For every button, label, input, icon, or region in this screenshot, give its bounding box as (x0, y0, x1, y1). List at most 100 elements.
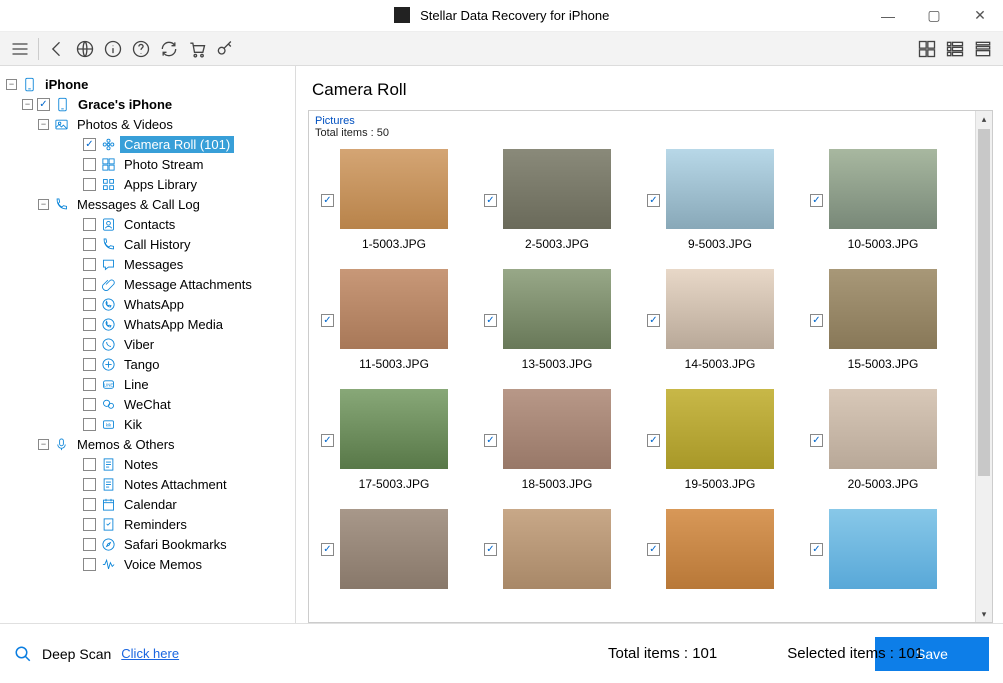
checkbox[interactable] (83, 398, 96, 411)
tree-item[interactable]: Message Attachments (4, 274, 291, 294)
file-cell[interactable] (647, 509, 800, 589)
tree-item[interactable]: Apps Library (4, 174, 291, 194)
checkbox[interactable] (83, 278, 96, 291)
minimize-button[interactable]: — (865, 0, 911, 32)
tree-item[interactable]: −Photos & Videos (4, 114, 291, 134)
tree-item[interactable]: Messages (4, 254, 291, 274)
key-icon[interactable] (211, 35, 239, 63)
thumbnail[interactable] (503, 509, 611, 589)
checkbox[interactable] (83, 378, 96, 391)
tree-item[interactable]: −Messages & Call Log (4, 194, 291, 214)
checkbox[interactable] (83, 158, 96, 171)
thumbnail[interactable] (829, 149, 937, 229)
thumbnail[interactable] (829, 389, 937, 469)
tree-item[interactable]: WhatsApp Media (4, 314, 291, 334)
file-checkbox[interactable] (484, 434, 497, 447)
checkbox[interactable] (83, 478, 96, 491)
expand-toggle[interactable]: − (38, 119, 49, 130)
tree-item[interactable]: Tango (4, 354, 291, 374)
thumbnail[interactable] (503, 269, 611, 349)
file-cell[interactable]: 2-5003.JPG (484, 149, 637, 251)
tree-item[interactable]: Contacts (4, 214, 291, 234)
file-cell[interactable]: 10-5003.JPG (810, 149, 963, 251)
tree-item[interactable]: Calendar (4, 494, 291, 514)
grid-view-icon[interactable] (913, 35, 941, 63)
file-cell[interactable]: 14-5003.JPG (647, 269, 800, 371)
checkbox[interactable] (83, 178, 96, 191)
thumbnail[interactable] (340, 269, 448, 349)
thumbnail[interactable] (340, 389, 448, 469)
file-checkbox[interactable] (321, 194, 334, 207)
checkbox[interactable] (83, 558, 96, 571)
file-cell[interactable] (810, 509, 963, 589)
file-checkbox[interactable] (810, 194, 823, 207)
expand-toggle[interactable]: − (38, 199, 49, 210)
scroll-down-arrow[interactable]: ▾ (976, 606, 992, 622)
thumbnail[interactable] (340, 509, 448, 589)
file-checkbox[interactable] (321, 543, 334, 556)
file-checkbox[interactable] (647, 434, 660, 447)
tree-item[interactable]: kikKik (4, 414, 291, 434)
tree-item[interactable]: LINELine (4, 374, 291, 394)
expand-toggle[interactable]: − (22, 99, 33, 110)
help-icon[interactable] (127, 35, 155, 63)
checkbox[interactable] (83, 418, 96, 431)
thumbnail[interactable] (666, 389, 774, 469)
file-cell[interactable]: 20-5003.JPG (810, 389, 963, 491)
back-icon[interactable] (43, 35, 71, 63)
stack-view-icon[interactable] (969, 35, 997, 63)
checkbox[interactable] (83, 258, 96, 271)
info-icon[interactable] (99, 35, 127, 63)
expand-toggle[interactable]: − (6, 79, 17, 90)
file-cell[interactable]: 11-5003.JPG (321, 269, 474, 371)
checkbox[interactable] (83, 218, 96, 231)
tree-item[interactable]: −iPhone (4, 74, 291, 94)
file-checkbox[interactable] (647, 543, 660, 556)
file-checkbox[interactable] (647, 314, 660, 327)
checkbox[interactable] (83, 538, 96, 551)
file-cell[interactable] (484, 509, 637, 589)
tree-item[interactable]: −Memos & Others (4, 434, 291, 454)
file-checkbox[interactable] (484, 543, 497, 556)
tree-item[interactable]: Camera Roll (101) (4, 134, 291, 154)
file-cell[interactable]: 18-5003.JPG (484, 389, 637, 491)
file-cell[interactable]: 9-5003.JPG (647, 149, 800, 251)
checkbox[interactable] (83, 458, 96, 471)
tree-item[interactable]: Viber (4, 334, 291, 354)
tree-item[interactable]: Notes (4, 454, 291, 474)
thumbnail[interactable] (666, 509, 774, 589)
cart-icon[interactable] (183, 35, 211, 63)
file-cell[interactable]: 17-5003.JPG (321, 389, 474, 491)
file-cell[interactable]: 15-5003.JPG (810, 269, 963, 371)
checkbox[interactable] (83, 498, 96, 511)
checkbox[interactable] (83, 238, 96, 251)
checkbox[interactable] (83, 318, 96, 331)
file-cell[interactable]: 13-5003.JPG (484, 269, 637, 371)
refresh-icon[interactable] (155, 35, 183, 63)
globe-icon[interactable] (71, 35, 99, 63)
checkbox[interactable] (83, 338, 96, 351)
tree-item[interactable]: Safari Bookmarks (4, 534, 291, 554)
thumbnail[interactable] (503, 149, 611, 229)
tree-item[interactable]: Notes Attachment (4, 474, 291, 494)
tree-item[interactable]: Reminders (4, 514, 291, 534)
tree-item[interactable]: WeChat (4, 394, 291, 414)
thumbnail[interactable] (829, 269, 937, 349)
file-checkbox[interactable] (647, 194, 660, 207)
checkbox[interactable] (83, 298, 96, 311)
maximize-button[interactable]: ▢ (911, 0, 957, 32)
file-checkbox[interactable] (484, 314, 497, 327)
file-checkbox[interactable] (810, 314, 823, 327)
checkbox[interactable] (83, 518, 96, 531)
file-cell[interactable]: 1-5003.JPG (321, 149, 474, 251)
file-cell[interactable] (321, 509, 474, 589)
checkbox[interactable] (37, 98, 50, 111)
thumbnail[interactable] (503, 389, 611, 469)
tree-item[interactable]: Voice Memos (4, 554, 291, 574)
thumbnail[interactable] (829, 509, 937, 589)
file-checkbox[interactable] (484, 194, 497, 207)
scrollbar[interactable]: ▴ ▾ (975, 111, 992, 622)
thumbnail[interactable] (666, 149, 774, 229)
file-checkbox[interactable] (321, 434, 334, 447)
thumbnail[interactable] (340, 149, 448, 229)
